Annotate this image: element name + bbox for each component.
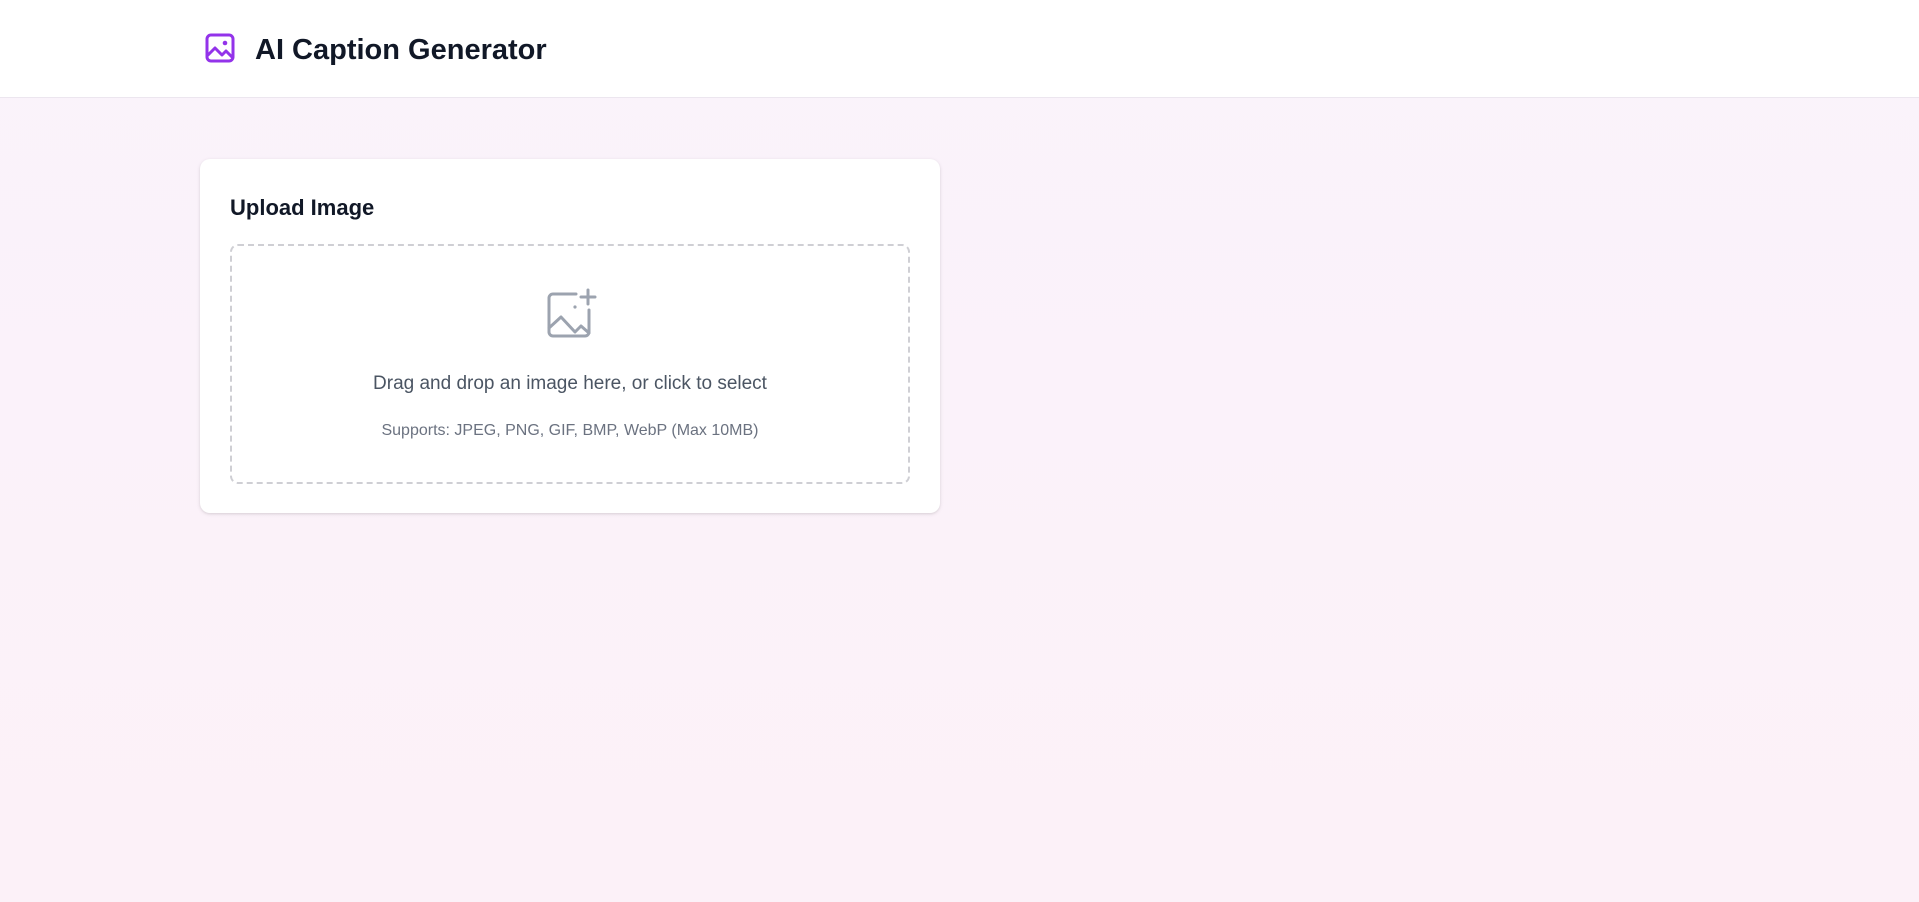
dropzone-instruction: Drag and drop an image here, or click to… — [373, 373, 767, 394]
image-dropzone[interactable]: Drag and drop an image here, or click to… — [230, 244, 910, 484]
upload-card-title: Upload Image — [230, 195, 375, 220]
app-title: AI Caption Generator — [255, 34, 547, 66]
app-header: AI Caption Generator — [0, 0, 1919, 98]
image-plus-icon — [547, 288, 597, 338]
image-icon — [205, 33, 235, 63]
upload-card: Upload Image Drag and drop an image here… — [200, 159, 940, 513]
supported-formats-text: Supports: JPEG, PNG, GIF, BMP, WebP (Max… — [381, 422, 759, 439]
